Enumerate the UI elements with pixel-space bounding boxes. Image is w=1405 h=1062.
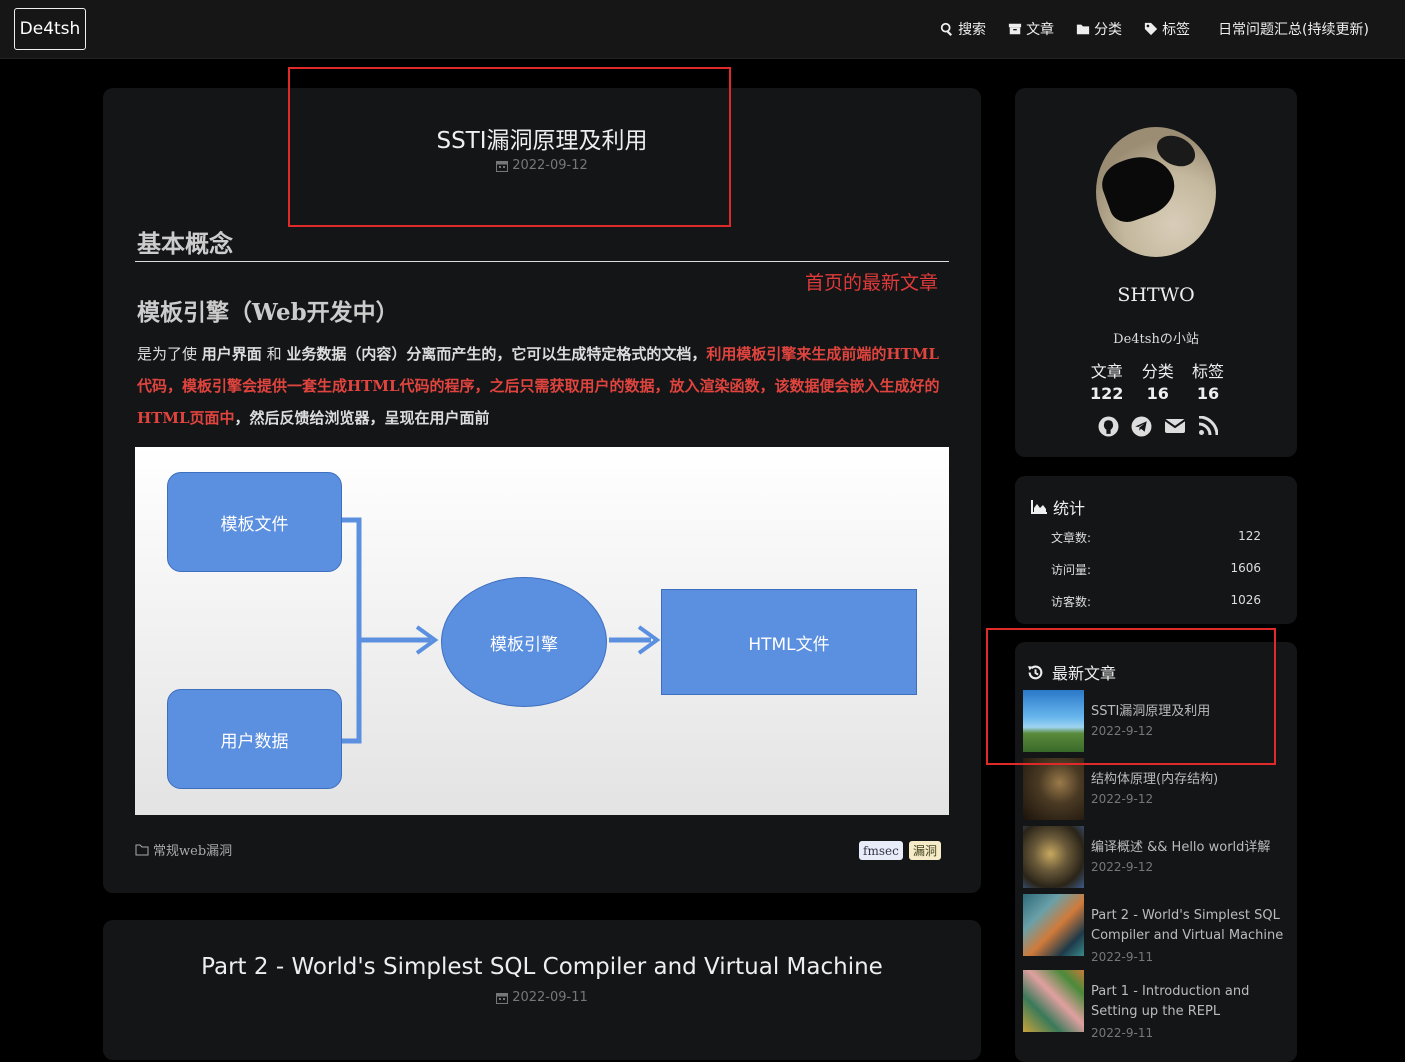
heading-divider [135,261,949,262]
chart-area-icon [1031,500,1047,514]
nav-tags[interactable]: 标签 [1144,19,1190,39]
recent-item-title: 编译概述 && Hello world详解 [1091,840,1271,855]
excerpt-bold: 业务数据（内容） [286,345,407,363]
profile-subtitle: De4tshの小站 [1113,332,1199,347]
count-value: 16 [1146,384,1169,403]
stats-card: 统计 文章数: 122 访问量: 1606 访客数: 1026 [1015,476,1297,624]
subsection-heading: 模板引擎（Web开发中） [137,299,399,326]
recent-item-date: 2022-9-11 [1091,1026,1154,1040]
count-label: 标签 [1191,362,1224,381]
nav-faq[interactable]: 日常问题汇总(持续更新) [1218,19,1369,39]
avatar[interactable] [1096,127,1216,257]
section-heading: 基本概念 [137,229,233,258]
template-engine-diagram: 模板文件 用户数据 模板引擎 HTML文件 [135,447,949,815]
recent-item[interactable]: Part 1 - Introduction and Setting up the… [1023,970,1293,1040]
stats-label: 访客数: [1051,595,1092,609]
excerpt-text: 和 [261,345,287,363]
rss-icon[interactable] [1198,416,1218,436]
folder-icon [1076,24,1090,35]
annotation-box-recent [986,628,1276,765]
nav-tags-label: 标签 [1162,22,1191,38]
count-value: 16 [1196,384,1220,403]
stats-header: 统计 [1031,495,1085,519]
recent-item[interactable]: 编译概述 && Hello world详解 2022-9-12 [1023,826,1293,890]
profile-card: SHTWO De4tshの小站 文章 122 分类 16 标签 16 [1015,88,1297,457]
excerpt-bold: 用户界面 [201,345,262,363]
nav-category[interactable]: 分类 [1076,19,1122,39]
stats-value: 122 [1238,529,1261,543]
stats-label: 文章数: [1051,531,1092,545]
search-icon [940,22,953,36]
calendar-icon [496,992,509,1004]
excerpt-text: 分离而产生的，它可以生成特定格式的文档， [406,345,707,363]
recent-thumbnail [1023,970,1084,1032]
count-label: 分类 [1141,362,1174,381]
stats-label: 访问量: [1051,563,1092,577]
annotation-label: 首页的最新文章 [805,272,939,294]
nav-archive[interactable]: 文章 [1008,19,1054,39]
nav-archive-label: 文章 [1026,22,1055,38]
stats-value: 1606 [1230,561,1261,575]
recent-item-date: 2022-9-12 [1091,860,1154,874]
excerpt-text: 是为了使 [137,345,202,363]
recent-thumbnail [1023,894,1084,956]
profile-name: SHTWO [1117,284,1195,306]
profile-counts: 文章 122 分类 16 标签 16 [1090,358,1224,403]
folder-icon [135,844,149,855]
github-icon[interactable] [1098,416,1119,437]
post-card-2: Part 2 - World's Simplest SQL Compiler a… [103,920,981,1060]
recent-thumbnail [1023,826,1084,888]
excerpt-text: ，然后反馈给浏览器，呈现在用户面前 [234,409,490,427]
recent-item-title: Part 2 - World's Simplest SQL Compiler a… [1091,908,1284,943]
count-value: 122 [1090,384,1124,403]
nav-category-label: 分类 [1094,22,1123,38]
post-date-2-text: 2022-09-11 [512,990,588,1005]
count-categories[interactable]: 分类 16 [1142,358,1174,403]
recent-item[interactable]: 结构体原理(内存结构) 2022-9-12 [1023,758,1293,822]
nav-faq-label: 日常问题汇总(持续更新) [1218,22,1369,38]
diagram-node-engine: 模板引擎 [441,577,607,707]
email-icon[interactable] [1164,416,1186,436]
count-tags[interactable]: 标签 16 [1192,358,1224,403]
diagram-node-html-file: HTML文件 [661,589,917,695]
social-links [1098,416,1218,437]
stats-value: 1026 [1230,593,1261,607]
post-category-label: 常规web漏洞 [153,844,233,859]
post-date-2: 2022-09-11 [103,990,981,1005]
stats-row: 访客数: 1026 [1051,593,1261,610]
recent-item-date: 2022-9-11 [1091,950,1154,964]
recent-item[interactable]: Part 2 - World's Simplest SQL Compiler a… [1023,894,1293,964]
recent-item-title: 结构体原理(内存结构) [1091,772,1219,787]
post-title-2[interactable]: Part 2 - World's Simplest SQL Compiler a… [103,954,981,980]
diagram-node-template-file: 模板文件 [167,472,342,572]
archive-icon [1008,23,1022,35]
recent-thumbnail [1023,758,1084,820]
nav-search[interactable]: 搜索 [940,19,986,39]
stats-row: 文章数: 122 [1051,529,1261,546]
post-tag-vuln[interactable]: 漏洞 [909,841,942,860]
post-excerpt: 是为了使 用户界面 和 业务数据（内容）分离而产生的，它可以生成特定格式的文档，… [137,338,943,434]
tag-icon [1144,22,1158,36]
stats-title: 统计 [1053,499,1086,518]
count-articles[interactable]: 文章 122 [1090,358,1123,403]
post-tag-fmsec[interactable]: fmsec [859,841,903,860]
diagram-node-user-data: 用户数据 [167,689,342,789]
stats-row: 访问量: 1606 [1051,561,1261,578]
nav-search-label: 搜索 [958,22,987,38]
nav-menu: 搜索 文章 分类 标签 日常问题汇总(持续更新) [940,0,1369,58]
recent-item-date: 2022-9-12 [1091,792,1154,806]
count-label: 文章 [1090,362,1123,381]
annotation-box-post [288,67,731,227]
telegram-icon[interactable] [1131,416,1152,437]
site-brand[interactable]: De4tsh [14,8,86,50]
recent-item-title: Part 1 - Introduction and Setting up the… [1091,984,1250,1019]
post-category[interactable]: 常规web漏洞 [135,840,232,859]
top-navbar: De4tsh 搜索 文章 分类 标签 日常问题汇总(持续更新) [0,0,1405,59]
